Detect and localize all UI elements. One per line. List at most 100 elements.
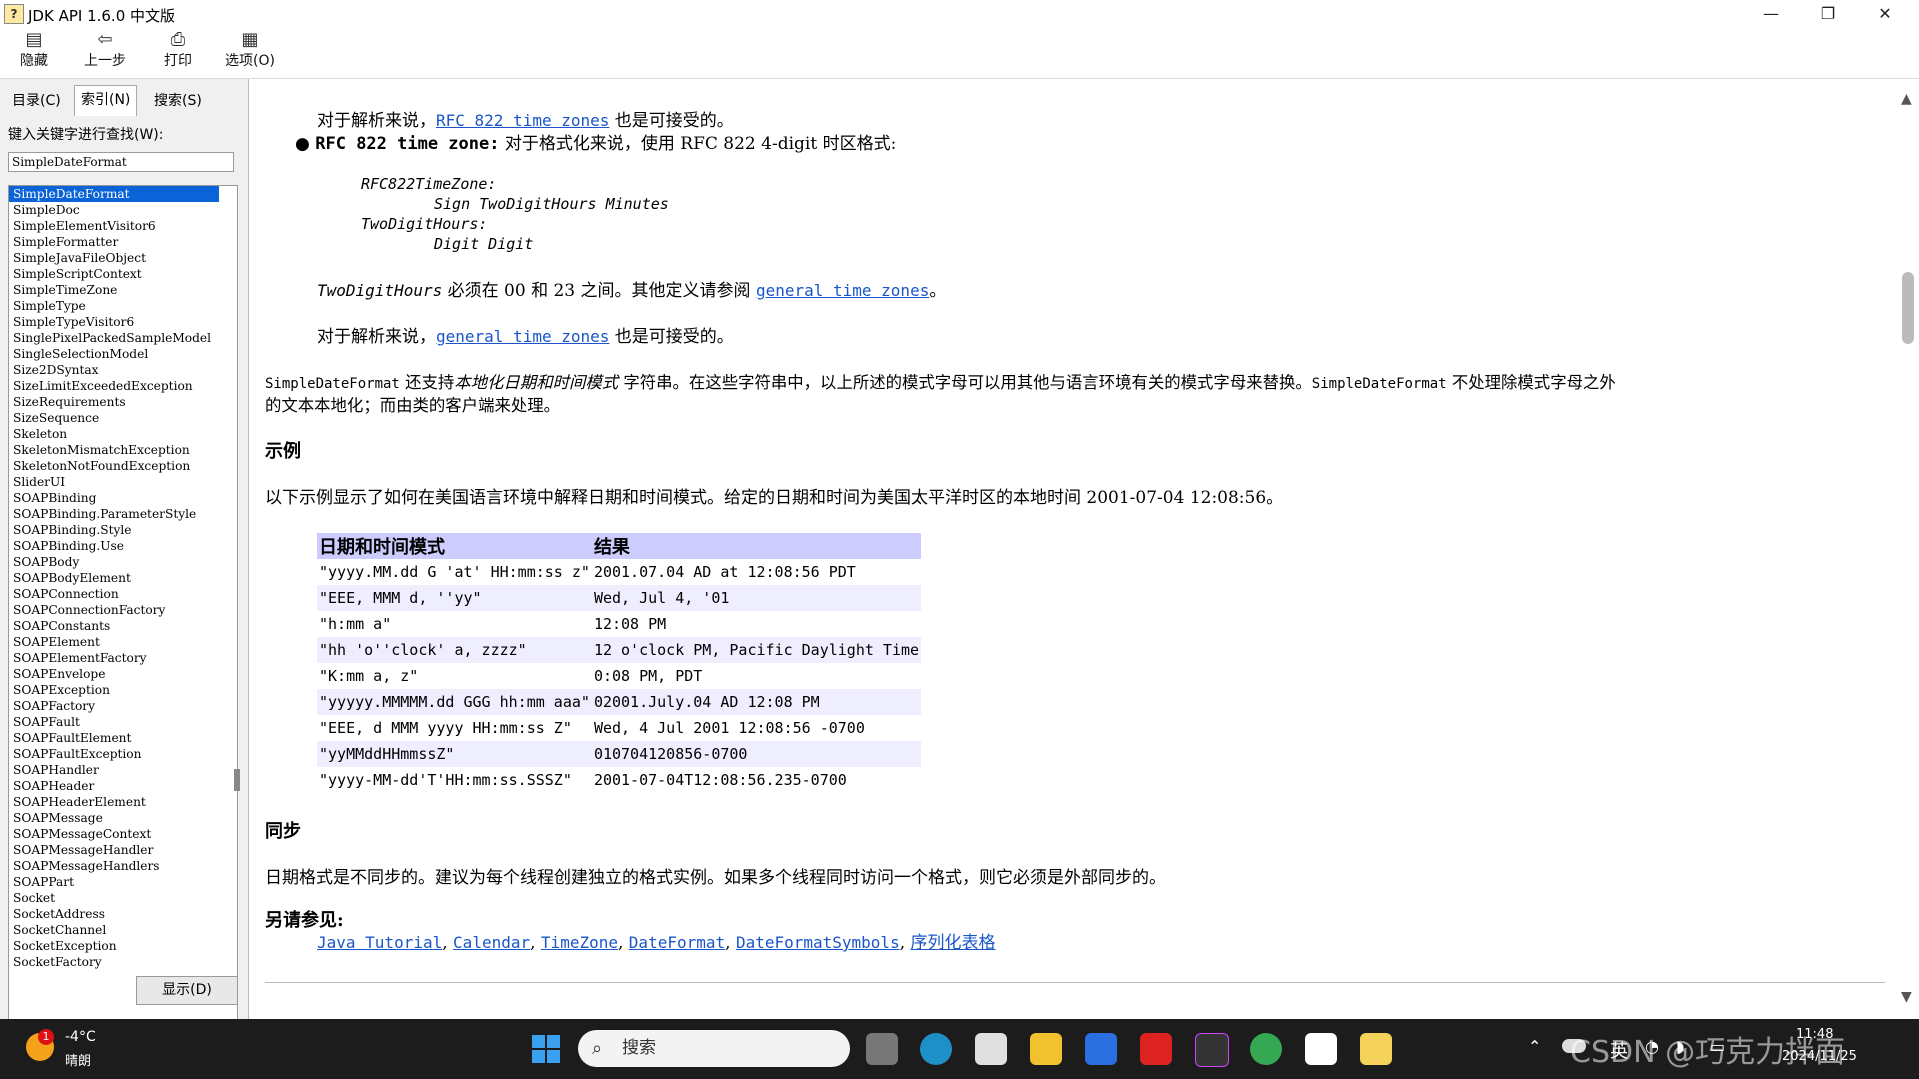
link-dateformat[interactable]: DateFormat	[629, 933, 725, 952]
index-list-item[interactable]: SOAPHeaderElement	[9, 794, 219, 810]
table-row: "yyMMddHHmmssZ" 010704120856-0700	[317, 741, 922, 767]
link-general-time-zones[interactable]: general time zones	[756, 281, 929, 300]
scroll-up-icon[interactable]: ▲	[1901, 91, 1912, 107]
index-list-item[interactable]: SimpleScriptContext	[9, 266, 219, 282]
list-scrollbar-thumb[interactable]	[234, 769, 240, 791]
link-java-tutorial[interactable]: Java Tutorial	[317, 933, 442, 952]
text: 对于解析来说，	[317, 111, 436, 131]
index-list-item[interactable]: SOAPMessage	[9, 810, 219, 826]
index-list-item[interactable]: SliderUI	[9, 474, 219, 490]
edge-icon[interactable]	[920, 1033, 952, 1065]
link-rfc822-time-zones[interactable]: RFC 822 time zones	[436, 111, 609, 130]
index-list-item[interactable]: SOAPBinding.Use	[9, 538, 219, 554]
index-list-item[interactable]: SinglePixelPackedSampleModel	[9, 330, 219, 346]
link-calendar[interactable]: Calendar	[453, 933, 530, 952]
index-list-item[interactable]: SocketAddress	[9, 906, 219, 922]
text: 。	[929, 281, 947, 301]
paragraph-localized: SimpleDateFormat 还支持本地化日期和时间模式 字符串。在这些字符…	[265, 369, 1616, 393]
index-list-item[interactable]: SimpleTimeZone	[9, 282, 219, 298]
display-button[interactable]: 显示(D)	[136, 976, 238, 1005]
index-list-item[interactable]: SOAPHandler	[9, 762, 219, 778]
index-list-item[interactable]: SOAPBinding	[9, 490, 219, 506]
document-content: 对于解析来说，RFC 822 time zones 也是可接受的。 ● RFC …	[255, 79, 1891, 1019]
index-list-item[interactable]: SOAPFaultException	[9, 746, 219, 762]
index-list-item[interactable]: SOAPMessageHandler	[9, 842, 219, 858]
taskbar-search[interactable]: ⌕ 搜索	[578, 1030, 850, 1067]
index-list-item[interactable]: SOAPHeader	[9, 778, 219, 794]
index-list-item[interactable]: SizeRequirements	[9, 394, 219, 410]
index-list-item[interactable]: SimpleDoc	[9, 202, 219, 218]
index-list[interactable]: SimpleDateFormat SimpleDoc SimpleElementVi…	[8, 185, 238, 1043]
app-icon: ?	[4, 4, 24, 24]
index-list-item[interactable]: SOAPConnection	[9, 586, 219, 602]
index-list-item[interactable]: SOAPMessageContext	[9, 826, 219, 842]
tab-contents[interactable]: 目录(C)	[6, 87, 67, 115]
index-list-item[interactable]: SocketChannel	[9, 922, 219, 938]
tab-search[interactable]: 搜索(S)	[148, 87, 208, 115]
store-icon[interactable]	[975, 1033, 1007, 1065]
index-list-item[interactable]: SimpleFormatter	[9, 234, 219, 250]
scroll-down-icon[interactable]: ▼	[1901, 989, 1912, 1005]
index-list-item[interactable]: SOAPBodyElement	[9, 570, 219, 586]
link-dateformatsymbols[interactable]: DateFormatSymbols	[736, 933, 900, 952]
index-list-item[interactable]: SOAPFaultElement	[9, 730, 219, 746]
link-timezone[interactable]: TimeZone	[541, 933, 618, 952]
index-list-item[interactable]: SOAPElementFactory	[9, 650, 219, 666]
text: 对于解析来说，	[317, 327, 436, 347]
scrollbar-thumb[interactable]	[1902, 272, 1914, 344]
hide-button[interactable]: ▤ 隐藏	[20, 30, 48, 70]
index-list-item[interactable]: SingleSelectionModel	[9, 346, 219, 362]
close-button[interactable]: ✕	[1857, 0, 1913, 28]
index-list-item[interactable]: SocketFactory	[9, 954, 219, 970]
index-list-item[interactable]: SOAPConnectionFactory	[9, 602, 219, 618]
index-list-item[interactable]: SOAPMessageHandlers	[9, 858, 219, 874]
index-list-item[interactable]: SizeSequence	[9, 410, 219, 426]
index-list-item[interactable]: SocketException	[9, 938, 219, 954]
index-list-item[interactable]: Socket	[9, 890, 219, 906]
jetbrains-icon[interactable]	[1195, 1033, 1229, 1067]
index-list-item[interactable]: SOAPConstants	[9, 618, 219, 634]
index-list-item[interactable]: SkeletonMismatchException	[9, 442, 219, 458]
back-button[interactable]: ⇦ 上一步	[84, 30, 126, 70]
bullet-term: RFC 822 time zone:	[315, 134, 500, 154]
index-list-item[interactable]: SimpleType	[9, 298, 219, 314]
maximize-button[interactable]: ❐	[1800, 0, 1856, 28]
typora-icon[interactable]	[1305, 1033, 1337, 1065]
result-cell: 010704120856-0700	[591, 741, 922, 767]
back-label: 上一步	[84, 53, 126, 69]
keyword-input[interactable]: SimpleDateFormat	[8, 152, 234, 172]
folder-icon[interactable]	[1030, 1033, 1062, 1065]
index-list-item[interactable]: Size2DSyntax	[9, 362, 219, 378]
index-list-item[interactable]: SimpleTypeVisitor6	[9, 314, 219, 330]
start-icon[interactable]	[530, 1033, 562, 1065]
security-icon[interactable]	[1085, 1033, 1117, 1065]
index-list-item[interactable]: SOAPException	[9, 682, 219, 698]
chevron-up-icon[interactable]: ⌃	[1528, 1037, 1541, 1056]
index-list-item[interactable]: SOAPPart	[9, 874, 219, 890]
wps-icon[interactable]	[1140, 1033, 1172, 1065]
index-list-item[interactable]: SimpleJavaFileObject	[9, 250, 219, 266]
tab-index[interactable]: 索引(N)	[74, 85, 138, 116]
index-list-item[interactable]: SimpleElementVisitor6	[9, 218, 219, 234]
minimize-button[interactable]: —	[1743, 0, 1799, 28]
index-list-item[interactable]: SkeletonNotFoundException	[9, 458, 219, 474]
task-view-icon[interactable]	[866, 1033, 898, 1065]
index-list-item[interactable]: SOAPFault	[9, 714, 219, 730]
index-list-item[interactable]: SOAPBinding.ParameterStyle	[9, 506, 219, 522]
index-list-item[interactable]: SizeLimitExceededException	[9, 378, 219, 394]
index-list-item[interactable]: SOAPFactory	[9, 698, 219, 714]
print-button[interactable]: ⎙ 打印	[164, 30, 192, 70]
chm-help-icon[interactable]	[1360, 1033, 1392, 1065]
link-serialized-form[interactable]: 序列化表格	[911, 933, 996, 953]
link-general-time-zones-2[interactable]: general time zones	[436, 327, 609, 346]
content-scrollbar[interactable]: ▲ ▼	[1897, 79, 1919, 1019]
index-list-item[interactable]: SOAPBinding.Style	[9, 522, 219, 538]
index-list-item[interactable]: SOAPEnvelope	[9, 666, 219, 682]
index-list-item[interactable]: SOAPElement	[9, 634, 219, 650]
index-list-item[interactable]: Skeleton	[9, 426, 219, 442]
code-line: RFC822TimeZone:	[361, 175, 497, 193]
index-list-item[interactable]: SOAPBody	[9, 554, 219, 570]
options-button[interactable]: ▦ 选项(O)	[225, 30, 275, 70]
chrome-icon[interactable]	[1250, 1033, 1282, 1065]
index-list-item[interactable]: SimpleDateFormat	[9, 186, 219, 202]
